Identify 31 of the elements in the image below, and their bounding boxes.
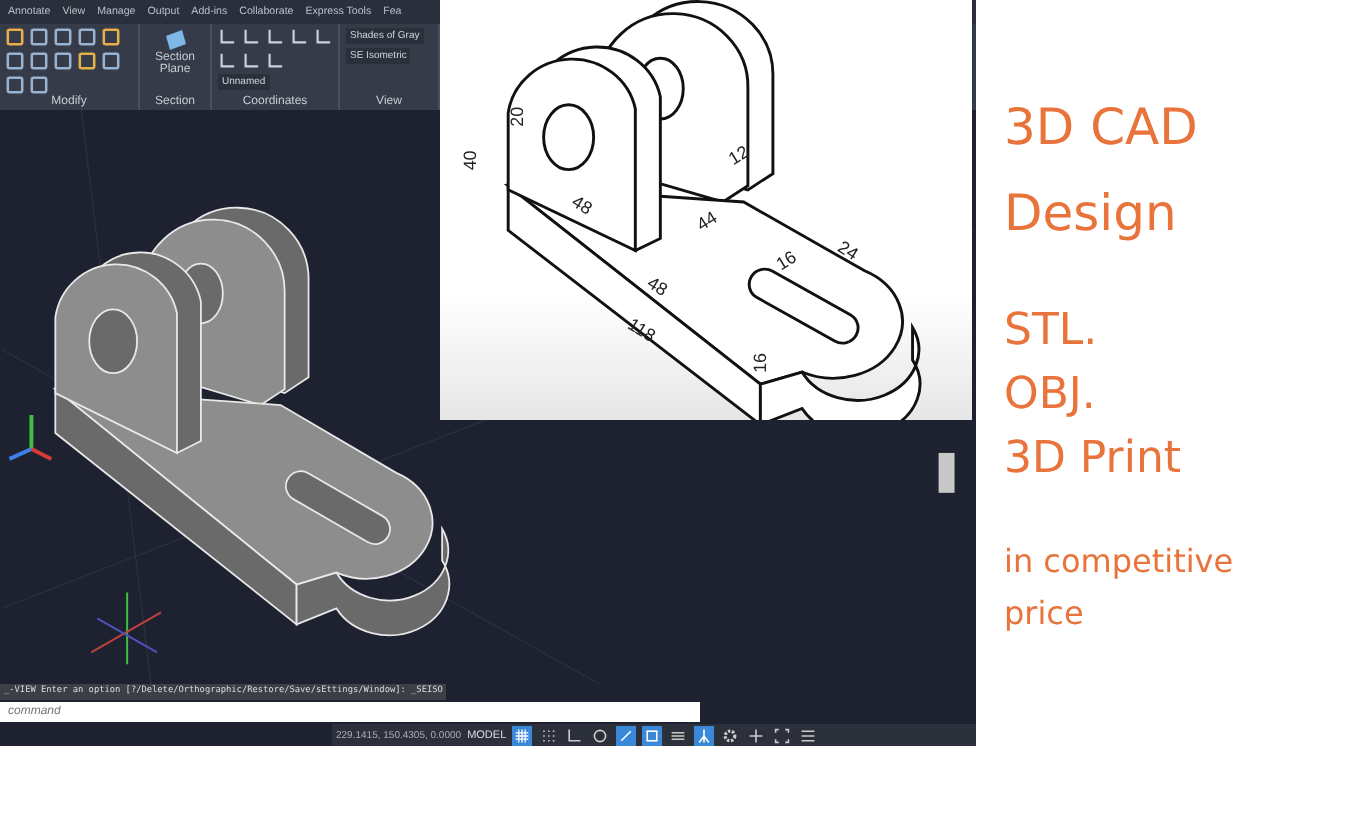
snap-toggle-icon[interactable] bbox=[538, 725, 559, 746]
dimension-label: 12 bbox=[724, 141, 753, 170]
plus-toggle-icon[interactable] bbox=[746, 725, 767, 746]
dimension-label: 16 bbox=[749, 352, 770, 373]
polar-toggle-icon[interactable] bbox=[590, 725, 611, 746]
file-format-label: 3D Print bbox=[1004, 432, 1184, 488]
isodraft-toggle-icon[interactable] bbox=[616, 725, 637, 746]
navigation-bar[interactable] bbox=[938, 452, 955, 493]
fullscreen-toggle-icon[interactable] bbox=[772, 725, 793, 746]
dimension-label: 48 bbox=[643, 272, 672, 301]
promo-title: 3D CAD bbox=[1004, 96, 1200, 160]
gear-toggle-icon[interactable] bbox=[720, 725, 741, 746]
grid-toggle-icon[interactable] bbox=[512, 725, 533, 746]
promo-title: Design bbox=[1004, 182, 1179, 246]
crosshair-cursor-icon bbox=[90, 591, 162, 666]
menu-toggle-icon[interactable] bbox=[798, 725, 819, 746]
dimension-label: 44 bbox=[693, 207, 721, 235]
dimension-label: 118 bbox=[624, 313, 660, 346]
dimension-label: 48 bbox=[568, 191, 596, 219]
dimension-label: 24 bbox=[834, 236, 862, 265]
cad-model-drawing[interactable] bbox=[54, 206, 451, 636]
ortho-toggle-icon[interactable] bbox=[564, 725, 585, 746]
file-format-label: OBJ. bbox=[1004, 368, 1098, 424]
osnap-toggle-icon[interactable] bbox=[642, 725, 663, 746]
dimension-label: 40 bbox=[459, 150, 480, 171]
price-note: in competitive price bbox=[1004, 540, 1236, 636]
dimension-label: 20 bbox=[507, 106, 528, 127]
annotation-toggle-icon[interactable] bbox=[694, 725, 715, 746]
dimension-label: 16 bbox=[772, 246, 800, 275]
ucs-axes-icon bbox=[8, 415, 53, 461]
file-format-label: STL. bbox=[1004, 304, 1100, 360]
